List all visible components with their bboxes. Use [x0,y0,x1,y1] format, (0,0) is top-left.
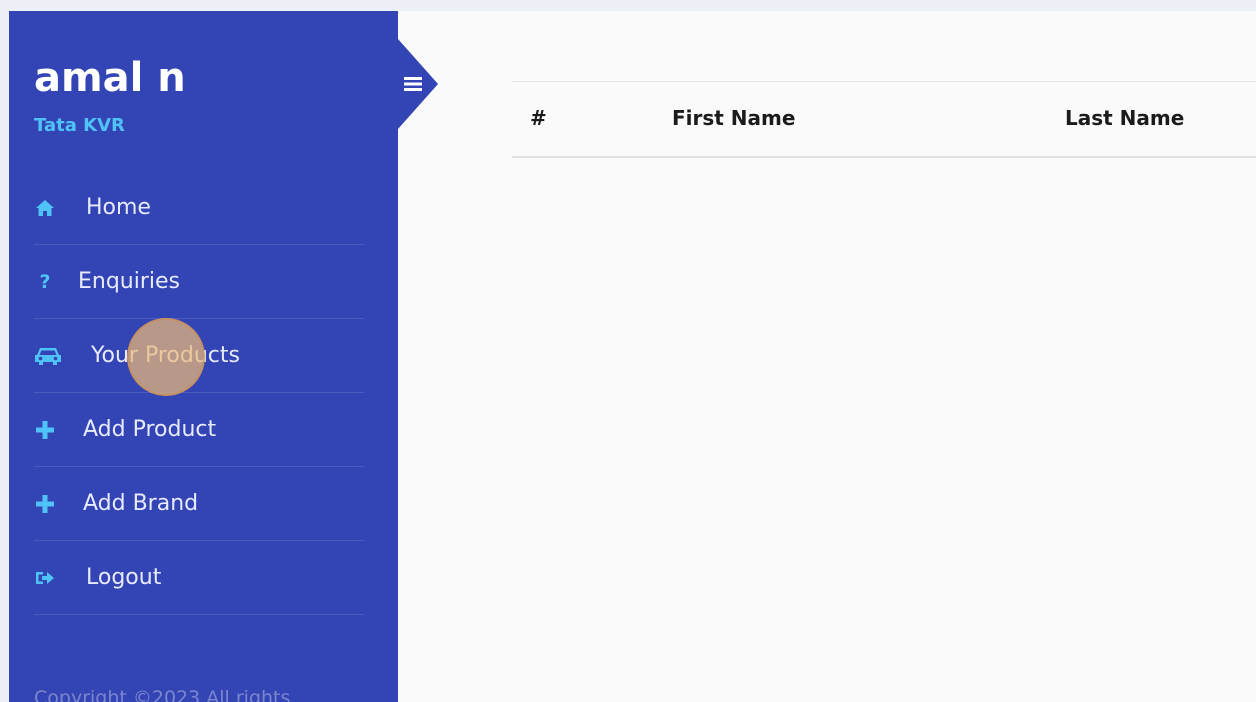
sidebar-item-label: Logout [86,565,162,590]
hamburger-icon [404,77,422,91]
question-icon: ? [39,270,51,293]
sidebar-item-label: Add Product [83,417,217,442]
sidebar-item-enquiries[interactable]: ? Enquiries [34,245,364,319]
column-header-first-name: First Name [672,106,796,130]
sidebar-item-label: Your Products [91,343,240,368]
car-icon [34,345,62,367]
app-window: amal n Tata KVR Home ? Enquiries Your Pr… [9,11,1256,702]
sidebar-item-logout[interactable]: Logout [34,541,364,615]
logout-icon [34,567,56,589]
data-table-header: # First Name Last Name [512,81,1256,158]
plus-icon [34,419,56,441]
sidebar: amal n Tata KVR Home ? Enquiries Your Pr… [9,11,398,702]
user-subtitle: Tata KVR [34,115,125,136]
sidebar-item-label: Home [86,195,151,220]
home-icon [34,197,56,219]
sidebar-nav: Home ? Enquiries Your Products Add Produ… [34,171,364,615]
sidebar-item-home[interactable]: Home [34,171,364,245]
sidebar-item-add-brand[interactable]: Add Brand [34,467,364,541]
column-header-last-name: Last Name [1065,106,1185,130]
sidebar-item-add-product[interactable]: Add Product [34,393,364,467]
column-header-index: # [530,106,547,130]
user-name: amal n [34,55,186,101]
copyright-text: Copyright ©2023 All rights [34,687,291,702]
sidebar-item-your-products[interactable]: Your Products [34,319,364,393]
sidebar-item-label: Add Brand [83,491,199,516]
plus-icon [34,493,56,515]
sidebar-item-label: Enquiries [78,269,181,294]
